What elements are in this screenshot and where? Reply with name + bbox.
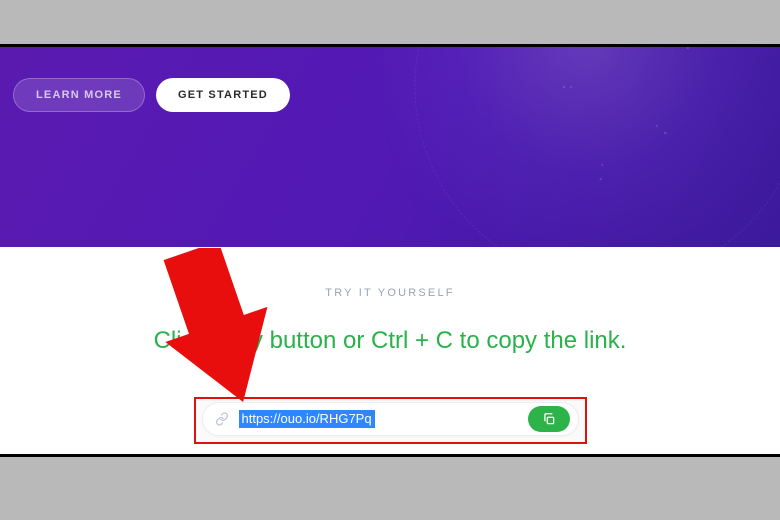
link-icon <box>215 412 229 426</box>
shortlink-value[interactable]: https://ouo.io/RHG7Pq <box>239 411 528 426</box>
hero-button-row: LEARN MORE GET STARTED <box>13 78 290 112</box>
copy-button[interactable] <box>528 406 570 432</box>
section-headline: Click copy button or Ctrl + C to copy th… <box>0 327 780 355</box>
section-eyebrow: TRY IT YOURSELF <box>0 287 780 299</box>
hero-band: LEARN MORE GET STARTED <box>0 47 780 247</box>
shortlink-input[interactable]: https://ouo.io/RHG7Pq <box>202 402 579 436</box>
learn-more-button[interactable]: LEARN MORE <box>13 78 145 112</box>
page-frame: LEARN MORE GET STARTED TRY IT YOURSELF C… <box>0 44 780 457</box>
try-section: TRY IT YOURSELF Click copy button or Ctr… <box>0 247 780 444</box>
link-callout-box: https://ouo.io/RHG7Pq <box>194 397 587 444</box>
get-started-button[interactable]: GET STARTED <box>156 78 290 112</box>
copy-icon <box>542 412 556 426</box>
globe-decoration <box>380 47 780 247</box>
